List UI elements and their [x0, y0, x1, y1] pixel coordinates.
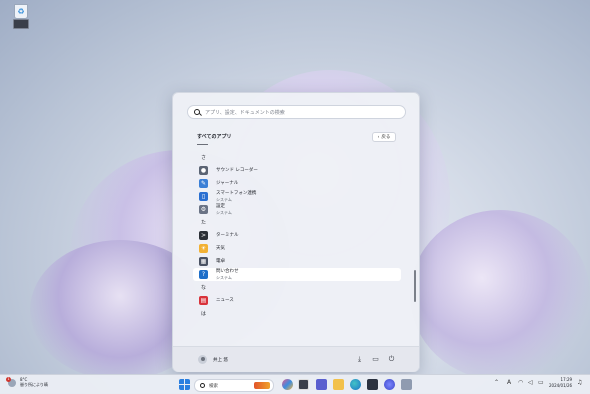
app-list-item[interactable]: ▤ ニュース	[193, 294, 401, 307]
app-label: ターミナル	[216, 232, 239, 238]
letter-header[interactable]: さ	[193, 151, 401, 164]
app-label: 天気	[216, 245, 225, 251]
task-view-icon[interactable]	[298, 379, 309, 390]
letter-header[interactable]: た	[193, 216, 401, 229]
app-label: 電卓	[216, 258, 225, 264]
weather-icon: ☀	[199, 244, 208, 253]
clock-date: 2024/01/26	[549, 382, 573, 388]
app-sublabel: システム	[216, 196, 232, 202]
search-icon	[194, 109, 200, 115]
phone-link-icon: ▯	[199, 192, 208, 201]
taskbar-search[interactable]: 検索	[194, 379, 274, 392]
start-footer: 井上 悠 ⤓ ▭ ⏻	[173, 346, 419, 372]
edge-icon[interactable]	[350, 379, 361, 390]
chevron-up-icon[interactable]: ⌃	[494, 379, 499, 386]
app-list-item[interactable]: > ターミナル	[193, 229, 401, 242]
app-list-item[interactable]: ▦ 電卓	[193, 255, 401, 268]
app-list-item[interactable]: ✎ ジャーナル	[193, 177, 401, 190]
letter-header[interactable]: な	[193, 281, 401, 294]
all-apps-title: すべてのアプリ	[197, 134, 232, 140]
start-icon[interactable]	[179, 379, 190, 390]
download-icon[interactable]: ⤓	[355, 355, 364, 364]
clock[interactable]: 17:29 2024/01/26	[549, 377, 572, 388]
terminal-icon: >	[199, 231, 208, 240]
back-button-label: 戻る	[381, 135, 391, 140]
app-label: ジャーナル	[216, 180, 239, 186]
help-icon: ?	[199, 270, 208, 279]
news-icon: ▤	[199, 296, 208, 305]
app-list-item[interactable]: ▯ スマートフォン連携 システム	[193, 190, 401, 203]
app-sublabel: システム	[216, 274, 232, 280]
microphone-icon: ●	[199, 166, 208, 175]
letter-header[interactable]: は	[193, 307, 401, 320]
weather-icon: 1	[6, 376, 16, 387]
app1-icon[interactable]	[384, 379, 395, 390]
taskbar-search-label: 検索	[209, 383, 218, 389]
journal-icon: ✎	[199, 179, 208, 188]
app-sublabel: システム	[216, 209, 232, 215]
calculator-icon: ▦	[199, 257, 208, 266]
start-search-input[interactable]: アプリ、設定、ドキュメントの検索	[187, 105, 406, 119]
start-menu: アプリ、設定、ドキュメントの検索 すべてのアプリ ‹ 戻る さ ● サウンド レコー…	[172, 92, 420, 372]
user-name: 井上 悠	[213, 357, 228, 363]
wallpaper-bloom	[410, 210, 590, 380]
back-button[interactable]: ‹ 戻る	[372, 132, 396, 142]
avatar	[198, 355, 207, 364]
app-list-item[interactable]: ⚙ 設定 システム	[193, 203, 401, 216]
ime-icon[interactable]: A	[507, 379, 511, 386]
all-apps-list: さ ● サウンド レコーダー ✎ ジャーナル ▯ スマートフォン連携 システム ⚙ 設定 システムた…	[193, 151, 401, 320]
taskbar: 1 8°C 曇り所により晴 検索 ⌃ A ◠ ◁ ▭ 17:29 2024/01…	[0, 374, 590, 394]
gear-icon: ⚙	[199, 205, 208, 214]
app-list-item[interactable]: ☀ 天気	[193, 242, 401, 255]
copilot-icon[interactable]	[282, 379, 293, 390]
file-explorer-icon[interactable]	[333, 379, 344, 390]
search-icon	[200, 383, 205, 388]
search-placeholder: アプリ、設定、ドキュメントの検索	[205, 109, 285, 116]
search-highlight-icon	[254, 382, 270, 389]
notification-bell-icon[interactable]: ♫	[577, 379, 582, 386]
user-button[interactable]: 井上 悠	[198, 355, 228, 364]
network-icon[interactable]: ◠	[518, 379, 523, 386]
app2-icon[interactable]	[401, 379, 412, 390]
store-icon[interactable]	[367, 379, 378, 390]
chevron-left-icon: ‹	[377, 134, 380, 140]
weather-widget[interactable]: 1 8°C 曇り所により晴	[6, 376, 48, 387]
app-list-item[interactable]: ● サウンド レコーダー	[193, 164, 401, 177]
weather-text: 曇り所により晴	[20, 381, 48, 387]
power-icon[interactable]: ⏻	[387, 355, 396, 364]
battery-icon[interactable]: ▭	[538, 379, 544, 386]
list-scrollbar[interactable]	[414, 270, 416, 302]
folder-icon[interactable]: ▭	[371, 355, 380, 364]
teams-icon[interactable]	[316, 379, 327, 390]
app-list-item[interactable]: ? 問い合わせ システム	[193, 268, 401, 281]
notification-badge: 1	[6, 376, 11, 382]
volume-icon[interactable]: ◁	[528, 379, 533, 386]
app-label: サウンド レコーダー	[216, 167, 258, 173]
app-label: ニュース	[216, 297, 234, 303]
desktop-app-icon[interactable]	[12, 19, 30, 41]
header-underline	[197, 144, 208, 145]
